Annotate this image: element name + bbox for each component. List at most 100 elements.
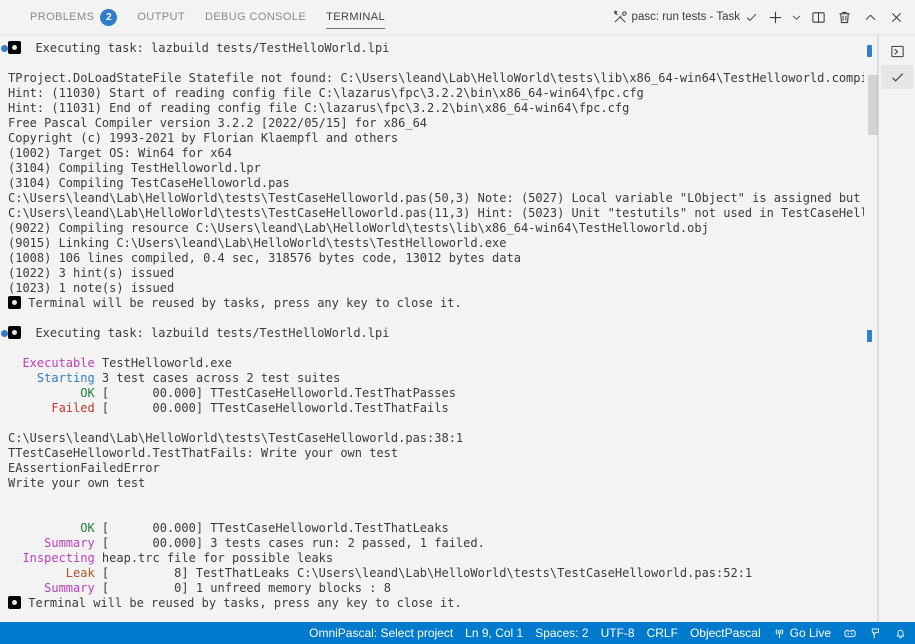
status-go-live-label: Go Live [789, 626, 831, 640]
status-eol[interactable]: CRLF [641, 622, 684, 644]
terminal-line-segment: [ 00.000] TTestCaseHelloworld.TestThatLe… [94, 521, 449, 535]
terminal-text-line: C:\Users\leand\Lab\HelloWorld\tests\Test… [8, 206, 864, 220]
terminal-text-line: C:\Users\leand\Lab\HelloWorld\tests\Test… [8, 431, 464, 445]
remote-window-icon [869, 627, 882, 640]
terminal-chevron-icon [890, 44, 905, 59]
terminal-styled-line: Leak [ 8] TestThatLeaks C:\Users\leand\L… [8, 566, 864, 581]
terminal-line-segment: Executable [8, 356, 95, 370]
terminal-command-line: Executing task: lazbuild tests/TestHello… [1, 326, 864, 341]
terminal-line-segment: Failed [8, 401, 95, 415]
terminal-text-line: (3104) Compiling TestHelloworld.lpr [8, 161, 261, 175]
terminal-line-segment: Summary [8, 536, 95, 550]
terminal-styled-line: OK [ 00.000] TTestCaseHelloworld.TestTha… [8, 521, 864, 536]
bell-icon [894, 627, 907, 640]
terminal-tab-item-0[interactable] [881, 39, 913, 63]
terminal-icon [8, 596, 21, 609]
terminal-text-line: (3104) Compiling TestCaseHelloworld.pas [8, 176, 290, 190]
status-feedback[interactable] [837, 622, 863, 644]
terminal-tab-item-1[interactable] [881, 65, 913, 89]
check-icon [890, 70, 905, 85]
tools-icon [613, 10, 627, 24]
status-cursor-position[interactable]: Ln 9, Col 1 [459, 622, 529, 644]
tab-terminal[interactable]: TERMINAL [316, 0, 395, 34]
terminal-notice-line: Terminal will be reused by tasks, press … [8, 296, 864, 311]
status-eol-label: CRLF [646, 626, 678, 640]
command-decoration-marker [867, 330, 872, 342]
tab-debug-console[interactable]: DEBUG CONSOLE [195, 0, 316, 34]
new-terminal-button[interactable] [762, 4, 788, 30]
new-terminal-profile-dropdown[interactable] [788, 4, 805, 30]
status-indentation-label: Spaces: 2 [535, 626, 589, 640]
command-status-dot [1, 45, 8, 52]
split-terminal-button[interactable] [805, 4, 831, 30]
terminal-output[interactable]: Executing task: lazbuild tests/TestHello… [0, 35, 864, 622]
kill-terminal-button[interactable] [831, 4, 857, 30]
terminal-line-segment: [ 8] TestThatLeaks C:\Users\leand\Lab\He… [94, 566, 753, 580]
terminal-selector-label: pasc: run tests - Task [631, 11, 740, 23]
command-decoration-marker [867, 45, 872, 57]
status-remote-window[interactable] [863, 622, 888, 644]
terminal-styled-line: Failed [ 00.000] TTestCaseHelloworld.Tes… [8, 401, 864, 416]
terminal-icon [8, 296, 21, 309]
close-panel-button[interactable] [883, 4, 909, 30]
status-language-mode-label: ObjectPascal [689, 626, 761, 640]
status-omnipascal-project[interactable]: OmniPascal: Select project [303, 622, 459, 644]
terminal-tabs-list [878, 35, 915, 622]
terminal-line-segment: [ 00.000] TTestCaseHelloworld.TestThatFa… [94, 401, 449, 415]
terminal-line-segment: Leak [8, 566, 95, 580]
terminal-text-line: Free Pascal Compiler version 3.2.2 [2022… [8, 116, 428, 130]
status-language-mode[interactable]: ObjectPascal [684, 622, 767, 644]
terminal-text-line: (1008) 106 lines compiled, 0.4 sec, 3185… [8, 251, 521, 265]
status-go-live[interactable]: Go Live [767, 622, 837, 644]
terminal-line-segment: OK [8, 521, 95, 535]
smiley-feedback-icon [843, 626, 857, 640]
status-omnipascal-project-label: OmniPascal: Select project [309, 626, 454, 640]
panel-header: PROBLEMS 2 OUTPUT DEBUG CONSOLE TERMINAL [0, 0, 915, 35]
check-icon [745, 11, 758, 24]
status-notifications[interactable] [888, 622, 913, 644]
terminal-line-segment: 3 test cases across 2 test suites [94, 371, 341, 385]
trash-icon [837, 10, 852, 25]
terminal-overview-ruler[interactable] [864, 35, 878, 622]
terminal-styled-line: Starting 3 test cases across 2 test suit… [8, 371, 864, 386]
terminal-line-segment: Summary [8, 581, 95, 595]
status-encoding[interactable]: UTF-8 [595, 622, 641, 644]
terminal-text-line: EAssertionFailedError [8, 461, 160, 475]
scrollbar-thumb[interactable] [868, 75, 878, 135]
problems-count-badge: 2 [100, 8, 118, 26]
terminal-styled-line: Summary [ 00.000] 3 tests cases run: 2 p… [8, 536, 864, 551]
terminal-styled-line: Inspecting heap.trc file for possible le… [8, 551, 864, 566]
tab-output[interactable]: OUTPUT [127, 0, 195, 34]
terminal-line-segment: Inspecting [8, 551, 95, 565]
status-encoding-label: UTF-8 [600, 626, 635, 640]
split-panel-icon [811, 10, 826, 25]
panel-tab-list: PROBLEMS 2 OUTPUT DEBUG CONSOLE TERMINAL [0, 0, 395, 34]
chevron-up-icon [864, 11, 877, 24]
terminal-text-line: TProject.DoLoadStateFile Statefile not f… [8, 71, 864, 85]
status-indentation[interactable]: Spaces: 2 [529, 622, 594, 644]
terminal-selector-dropdown[interactable]: pasc: run tests - Task [611, 10, 762, 24]
tab-terminal-label: TERMINAL [326, 11, 385, 23]
tab-output-label: OUTPUT [137, 11, 185, 23]
terminal-styled-line: Summary [ 0] 1 unfreed memory blocks : 8 [8, 581, 864, 596]
terminal-line-text: Terminal will be reused by tasks, press … [21, 296, 462, 310]
terminal-styled-line: OK [ 00.000] TTestCaseHelloworld.TestTha… [8, 386, 864, 401]
terminal-text-line: TTestCaseHelloworld.TestThatFails: Write… [8, 446, 399, 460]
close-icon [890, 11, 903, 24]
terminal-line-segment: OK [8, 386, 95, 400]
panel-actions: pasc: run tests - Task [611, 0, 915, 34]
terminal-icon [8, 326, 21, 339]
terminal-text-line: Write your own test [8, 476, 146, 490]
terminal-text-line: Hint: (11030) Start of reading config fi… [8, 86, 644, 100]
maximize-panel-button[interactable] [857, 4, 883, 30]
terminal-text-line: (9022) Compiling resource C:\Users\leand… [8, 221, 709, 235]
tab-problems[interactable]: PROBLEMS 2 [20, 0, 127, 34]
terminal-line-segment: TestHelloworld.exe [94, 356, 232, 370]
terminal-text-line: (9015) Linking C:\Users\leand\Lab\HelloW… [8, 236, 507, 250]
status-cursor-position-label: Ln 9, Col 1 [465, 626, 524, 640]
chevron-down-icon [791, 12, 802, 23]
terminal-notice-line: Terminal will be reused by tasks, press … [8, 596, 864, 611]
